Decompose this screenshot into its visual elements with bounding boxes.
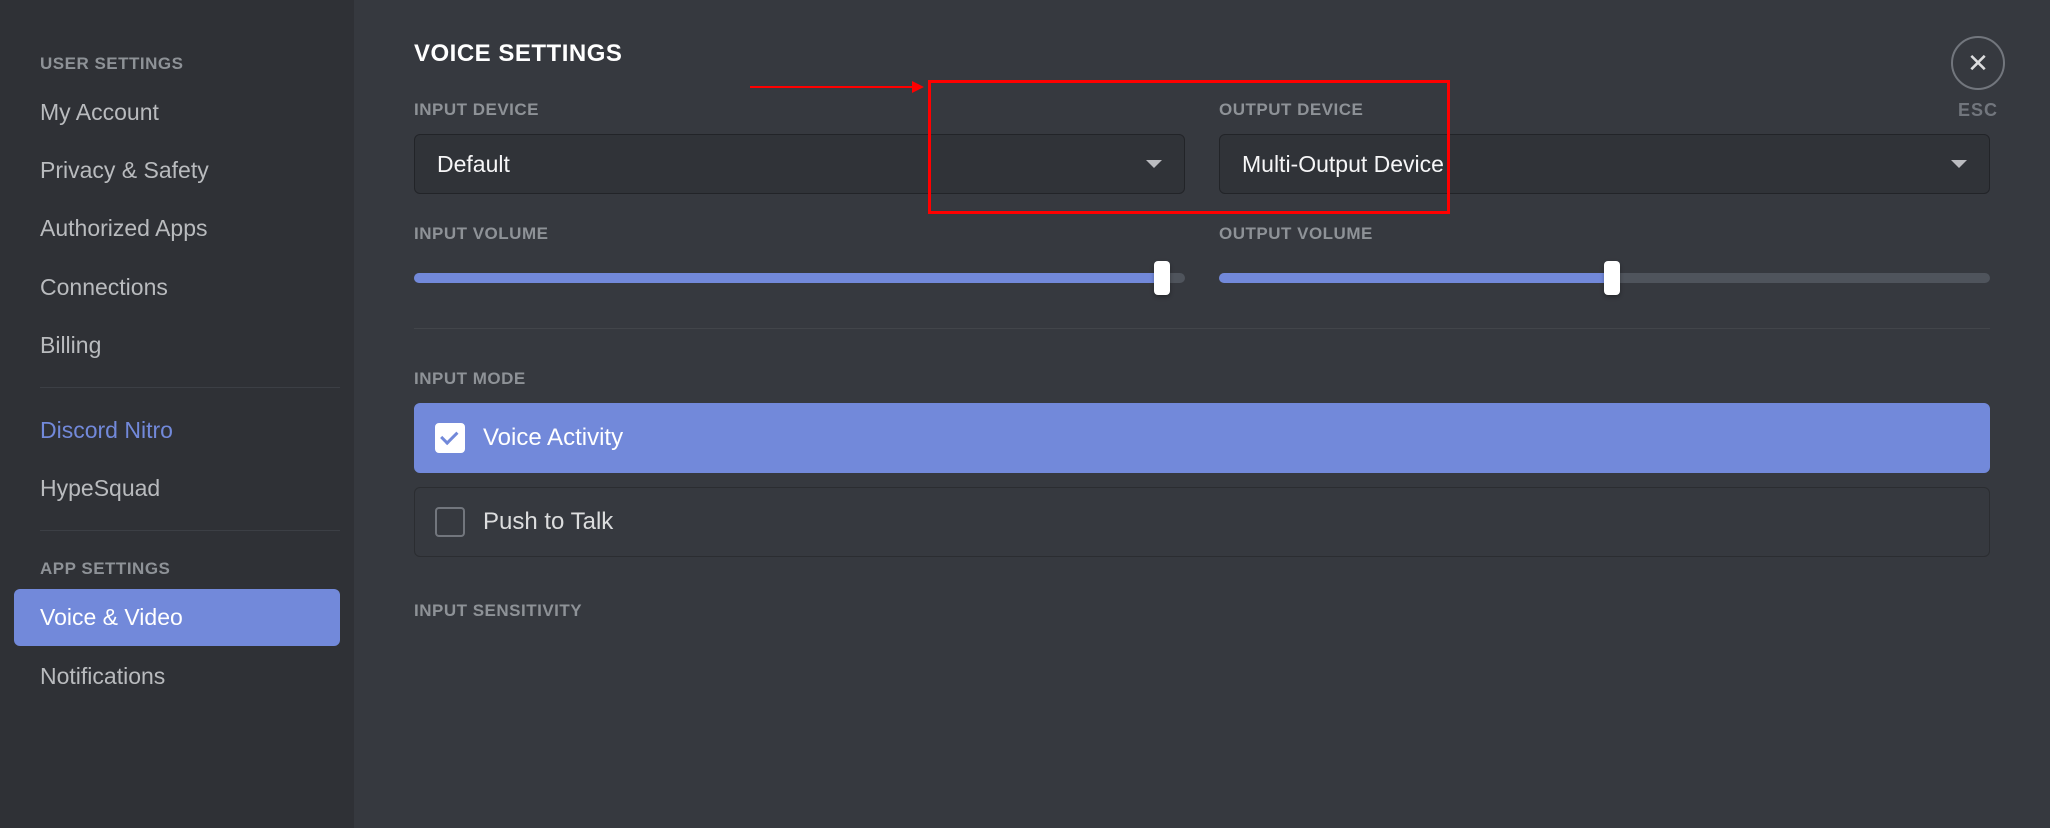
close-area: ✕ ESC — [1951, 36, 2005, 121]
input-sensitivity-label: INPUT SENSITIVITY — [414, 601, 1990, 621]
esc-label: ESC — [1951, 100, 2005, 121]
slider-thumb[interactable] — [1154, 261, 1170, 295]
content: ✕ ESC VOICE SETTINGS INPUT DEVICE Defaul… — [354, 0, 2050, 828]
input-mode-label: INPUT MODE — [414, 369, 1990, 389]
input-device-label: INPUT DEVICE — [414, 100, 1185, 120]
slider-fill — [1219, 273, 1612, 283]
sidebar-item-notifications[interactable]: Notifications — [14, 648, 340, 704]
sidebar-item-privacy-safety[interactable]: Privacy & Safety — [14, 142, 340, 198]
input-volume-slider[interactable] — [414, 258, 1185, 298]
sidebar-item-discord-nitro[interactable]: Discord Nitro — [14, 402, 340, 458]
page-title: VOICE SETTINGS — [414, 40, 1990, 68]
chevron-down-icon — [1951, 160, 1967, 168]
input-mode-voice-activity[interactable]: Voice Activity — [414, 403, 1990, 473]
close-icon: ✕ — [1967, 50, 1989, 76]
output-device-label: OUTPUT DEVICE — [1219, 100, 1990, 120]
sidebar-item-hypesquad[interactable]: HypeSquad — [14, 460, 340, 516]
mode-label: Voice Activity — [483, 424, 623, 452]
output-volume-slider[interactable] — [1219, 258, 1990, 298]
slider-thumb[interactable] — [1604, 261, 1620, 295]
input-device-select[interactable]: Default — [414, 134, 1185, 194]
divider — [414, 328, 1990, 329]
input-volume-label: INPUT VOLUME — [414, 224, 1185, 244]
sidebar-heading-app-settings: APP SETTINGS — [0, 545, 354, 587]
sidebar-heading-user-settings: USER SETTINGS — [0, 40, 354, 82]
sidebar-item-voice-video[interactable]: Voice & Video — [14, 589, 340, 645]
output-device-select[interactable]: Multi-Output Device — [1219, 134, 1990, 194]
sidebar-item-my-account[interactable]: My Account — [14, 84, 340, 140]
slider-fill — [414, 273, 1162, 283]
output-volume-label: OUTPUT VOLUME — [1219, 224, 1990, 244]
chevron-down-icon — [1146, 160, 1162, 168]
checkmark-icon — [440, 427, 458, 445]
sidebar-item-connections[interactable]: Connections — [14, 259, 340, 315]
input-device-value: Default — [437, 151, 510, 178]
sidebar-item-billing[interactable]: Billing — [14, 317, 340, 373]
sidebar-item-authorized-apps[interactable]: Authorized Apps — [14, 200, 340, 256]
sidebar: USER SETTINGS My Account Privacy & Safet… — [0, 0, 354, 828]
input-mode-push-to-talk[interactable]: Push to Talk — [414, 487, 1990, 557]
slider-track — [414, 273, 1185, 283]
mode-label: Push to Talk — [483, 508, 613, 536]
close-button[interactable]: ✕ — [1951, 36, 2005, 90]
sidebar-divider — [40, 387, 340, 388]
output-device-value: Multi-Output Device — [1242, 151, 1444, 178]
checkbox — [435, 507, 465, 537]
sidebar-divider — [40, 530, 340, 531]
checkbox — [435, 423, 465, 453]
